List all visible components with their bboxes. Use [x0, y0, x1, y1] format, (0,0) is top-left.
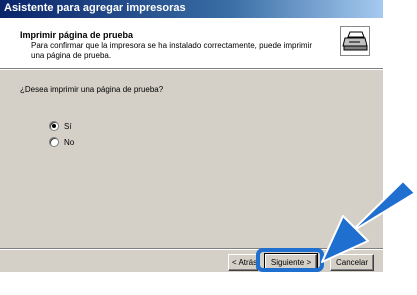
radio-option-yes[interactable]: Sí	[49, 121, 72, 131]
back-button[interactable]: < Atrás	[228, 254, 258, 271]
page-subtitle: Para confirmar que la impresora se ha in…	[31, 41, 313, 60]
title-bar: Asistente para agregar impresoras	[0, 0, 383, 18]
test-page-question: ¿Desea imprimir una página de prueba?	[20, 85, 164, 94]
radio-button-yes[interactable]	[49, 121, 59, 131]
radio-label-no: No	[64, 137, 75, 147]
add-printer-wizard-window: Asistente para agregar impresoras Imprim…	[0, 0, 383, 272]
printer-wizard-icon	[340, 26, 370, 56]
radio-option-no[interactable]: No	[49, 137, 74, 147]
wizard-header: Imprimir página de prueba Para confirmar…	[0, 18, 383, 68]
next-button[interactable]: Siguiente >	[264, 253, 318, 272]
page-title: Imprimir página de prueba	[20, 30, 134, 40]
radio-button-no[interactable]	[49, 137, 59, 147]
footer-divider	[0, 248, 383, 250]
window-title: Asistente para agregar impresoras	[4, 2, 186, 14]
header-divider	[0, 68, 383, 70]
cancel-button[interactable]: Cancelar	[330, 254, 374, 271]
radio-label-yes: Sí	[64, 121, 72, 131]
